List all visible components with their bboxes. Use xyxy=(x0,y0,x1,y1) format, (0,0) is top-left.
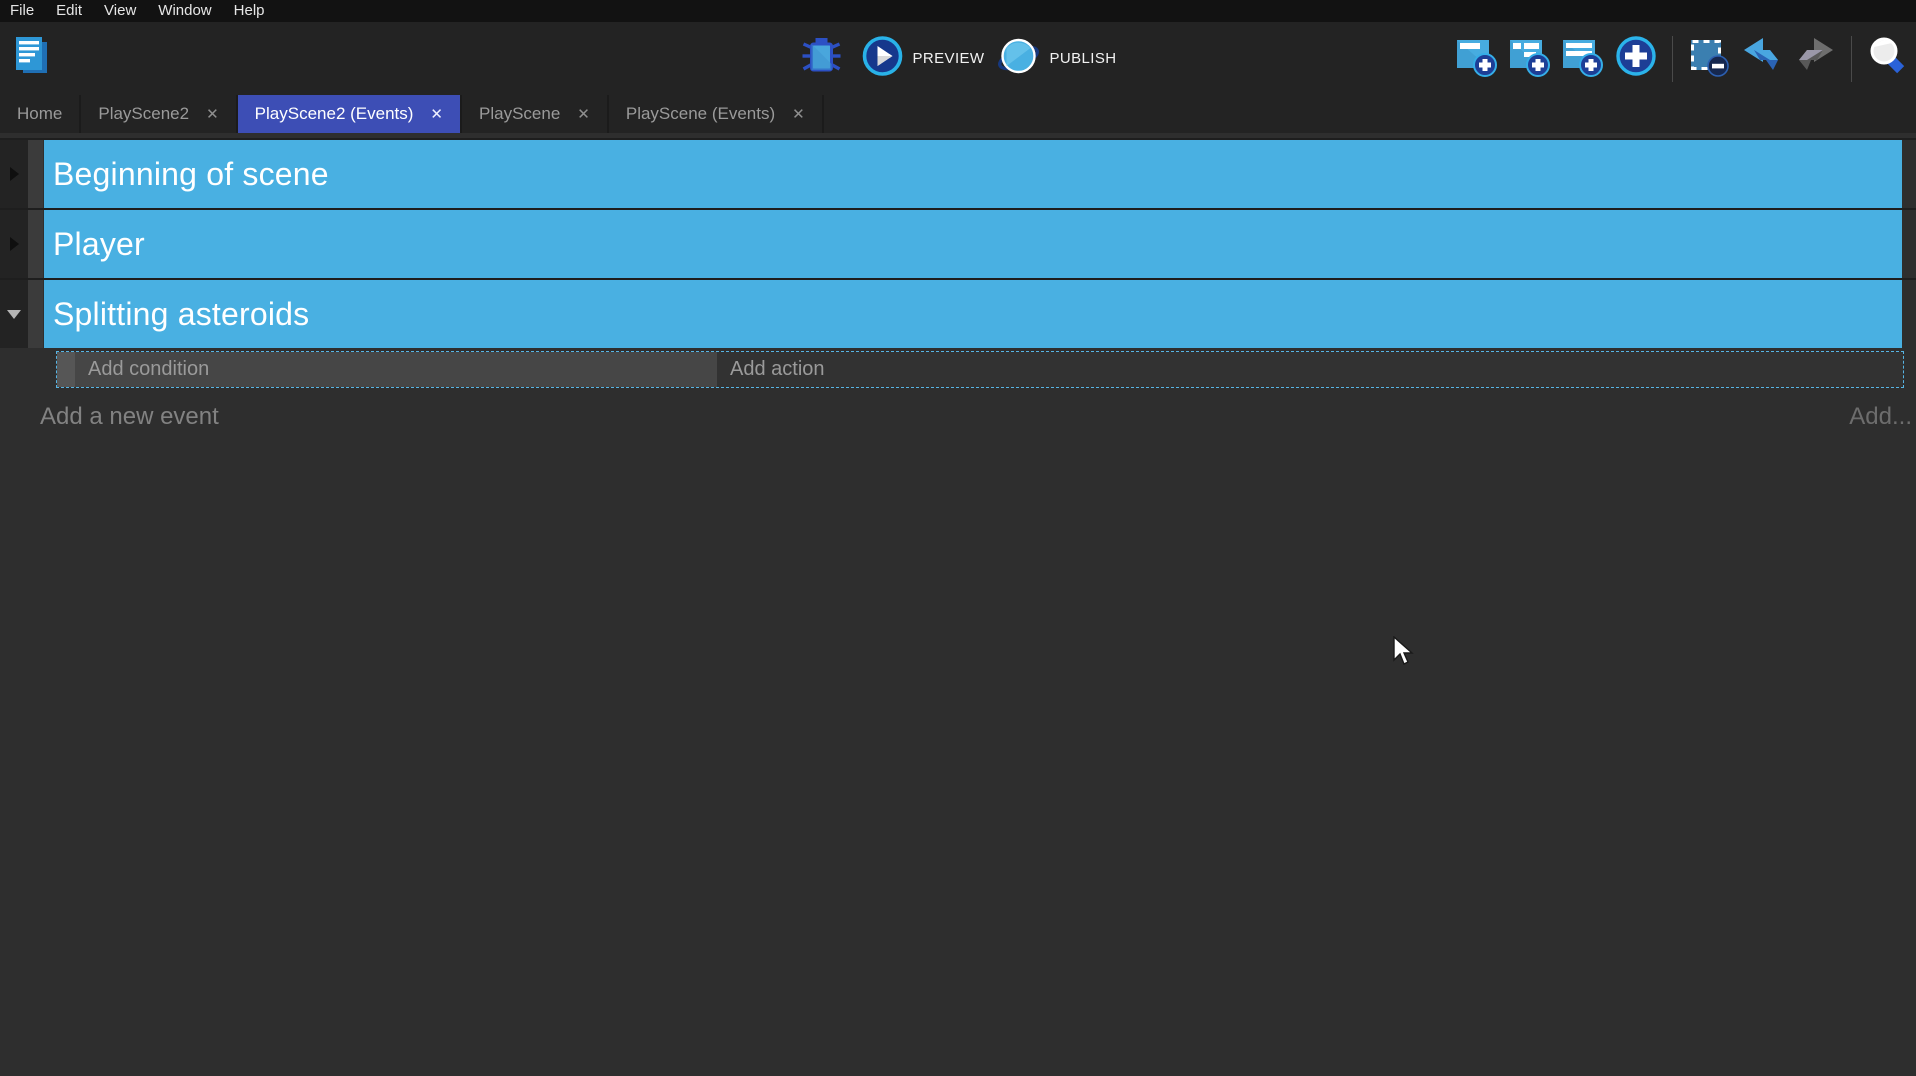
selected-empty-event[interactable]: Add condition Add action xyxy=(56,351,1904,388)
mouse-cursor xyxy=(1392,636,1414,671)
menu-window[interactable]: Window xyxy=(147,0,222,22)
close-icon[interactable]: ✕ xyxy=(206,107,219,122)
editor-tab-bar: Home PlayScene2 ✕ PlayScene2 (Events) ✕ … xyxy=(0,95,1916,133)
event-drag-handle[interactable] xyxy=(28,140,43,208)
expand-arrow-icon[interactable] xyxy=(7,310,21,319)
collapse-arrow-icon[interactable] xyxy=(10,167,19,181)
preview-button[interactable]: PREVIEW xyxy=(862,35,985,82)
collapse-arrow-icon[interactable] xyxy=(10,237,19,251)
menu-file[interactable]: File xyxy=(0,0,45,22)
toolbar-separator xyxy=(1851,36,1852,82)
tab-playscene-events[interactable]: PlayScene (Events) ✕ xyxy=(609,95,824,133)
event-group-row[interactable]: Beginning of scene xyxy=(0,138,1916,208)
add-action-button[interactable]: Add action xyxy=(717,352,1903,387)
close-icon[interactable]: ✕ xyxy=(430,107,443,122)
search-icon[interactable] xyxy=(1866,34,1910,83)
debugger-bug-icon[interactable] xyxy=(800,35,844,82)
event-drag-handle[interactable] xyxy=(28,280,43,348)
delete-selection-icon[interactable] xyxy=(1687,34,1731,83)
menu-view[interactable]: View xyxy=(93,0,147,22)
close-icon[interactable]: ✕ xyxy=(792,107,805,122)
add-condition-button[interactable]: Add condition xyxy=(75,352,717,387)
publish-button[interactable]: PUBLISH xyxy=(996,35,1116,82)
event-group-row[interactable]: Splitting asteroids xyxy=(0,278,1916,348)
project-manager-icon xyxy=(12,33,52,84)
event-drag-handle[interactable] xyxy=(57,352,75,387)
add-sub-event-icon[interactable] xyxy=(1508,34,1552,83)
tab-playscene[interactable]: PlayScene ✕ xyxy=(462,95,609,133)
event-group-title[interactable]: Beginning of scene xyxy=(44,140,1902,208)
add-event-icon[interactable] xyxy=(1455,34,1499,83)
menu-edit[interactable]: Edit xyxy=(45,0,93,22)
event-drag-handle[interactable] xyxy=(28,210,43,278)
collapse-gutter xyxy=(0,140,28,208)
toolbar-separator xyxy=(1672,36,1673,82)
add-event-picker-icon[interactable] xyxy=(1614,34,1658,83)
event-group-title[interactable]: Player xyxy=(44,210,1902,278)
collapse-gutter xyxy=(0,210,28,278)
project-manager-button[interactable] xyxy=(10,35,54,83)
add-event-row: Add a new event Add... xyxy=(0,403,1916,431)
preview-play-icon xyxy=(862,35,904,82)
tab-playscene2-events[interactable]: PlayScene2 (Events) ✕ xyxy=(238,95,462,133)
close-icon[interactable]: ✕ xyxy=(577,107,590,122)
event-group-title[interactable]: Splitting asteroids xyxy=(44,280,1902,348)
tab-playscene2[interactable]: PlayScene2 ✕ xyxy=(81,95,237,133)
add-new-event-button[interactable]: Add a new event xyxy=(40,403,219,431)
add-button[interactable]: Add... xyxy=(1849,403,1912,431)
add-comment-icon[interactable] xyxy=(1561,34,1605,83)
redo-icon[interactable] xyxy=(1793,34,1837,83)
menu-help[interactable]: Help xyxy=(223,0,276,22)
main-toolbar: PREVIEW PUBLISH xyxy=(0,22,1916,95)
collapse-gutter xyxy=(0,280,28,348)
preview-label: PREVIEW xyxy=(913,50,985,67)
tab-home[interactable]: Home xyxy=(0,95,81,133)
publish-label: PUBLISH xyxy=(1049,50,1116,67)
event-group-row[interactable]: Player xyxy=(0,208,1916,278)
undo-icon[interactable] xyxy=(1740,34,1784,83)
publish-globe-icon xyxy=(996,35,1040,82)
events-sheet: Beginning of scene Player Splitting aste… xyxy=(0,133,1916,431)
menu-bar: File Edit View Window Help xyxy=(0,0,1916,22)
